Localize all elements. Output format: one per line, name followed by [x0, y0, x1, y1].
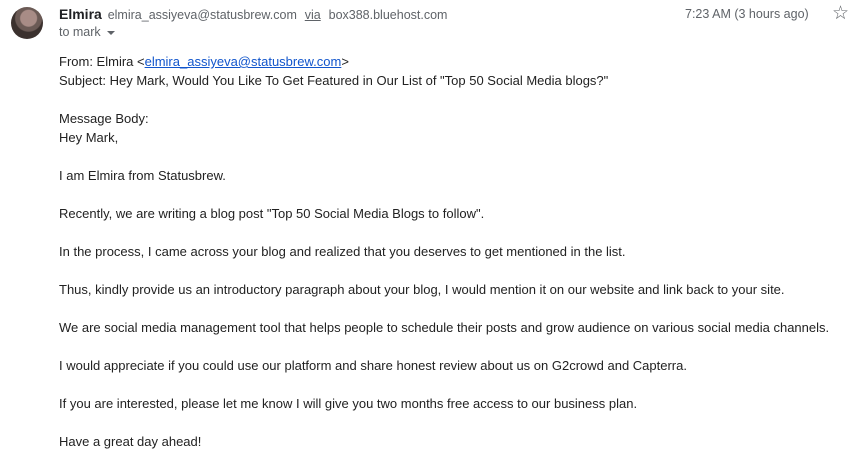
message-body: From: Elmira <elmira_assiyeva@statusbrew… [59, 52, 849, 451]
recipient-details-toggle[interactable]: to mark [59, 25, 115, 39]
timestamp: 7:23 AM (3 hours ago) [685, 7, 809, 21]
paragraph-7: If you are interested, please let me kno… [59, 396, 638, 411]
sender-email: elmira_assiyeva@statusbrew.com [107, 8, 297, 22]
subject-line: Subject: Hey Mark, Would You Like To Get… [59, 73, 609, 88]
from-suffix: > [341, 54, 349, 69]
paragraph-2: Recently, we are writing a blog post "To… [59, 206, 485, 221]
star-icon[interactable]: ☆ [832, 4, 849, 23]
to-label: to mark [59, 25, 101, 39]
sender-line: Elmira elmira_assiyeva@statusbrew.com vi… [59, 6, 447, 22]
paragraph-5: We are social media management tool that… [59, 320, 830, 335]
paragraph-4: Thus, kindly provide us an introductory … [59, 282, 785, 297]
sender-avatar[interactable] [11, 7, 43, 39]
message-body-label: Message Body: [59, 111, 149, 126]
from-email-link[interactable]: elmira_assiyeva@statusbrew.com [145, 54, 342, 69]
paragraph-3: In the process, I came across your blog … [59, 244, 626, 259]
via-host: box388.bluehost.com [328, 8, 448, 22]
paragraph-6: I would appreciate if you could use our … [59, 358, 687, 373]
sender-name[interactable]: Elmira [59, 6, 102, 22]
from-line: From: Elmira <elmira_assiyeva@statusbrew… [59, 52, 849, 71]
chevron-down-icon[interactable] [106, 30, 115, 35]
from-prefix: From: Elmira < [59, 54, 145, 69]
greeting: Hey Mark, [59, 130, 119, 145]
paragraph-1: I am Elmira from Statusbrew. [59, 168, 226, 183]
paragraph-8: Have a great day ahead! [59, 434, 202, 449]
via-link[interactable]: via [305, 8, 321, 22]
